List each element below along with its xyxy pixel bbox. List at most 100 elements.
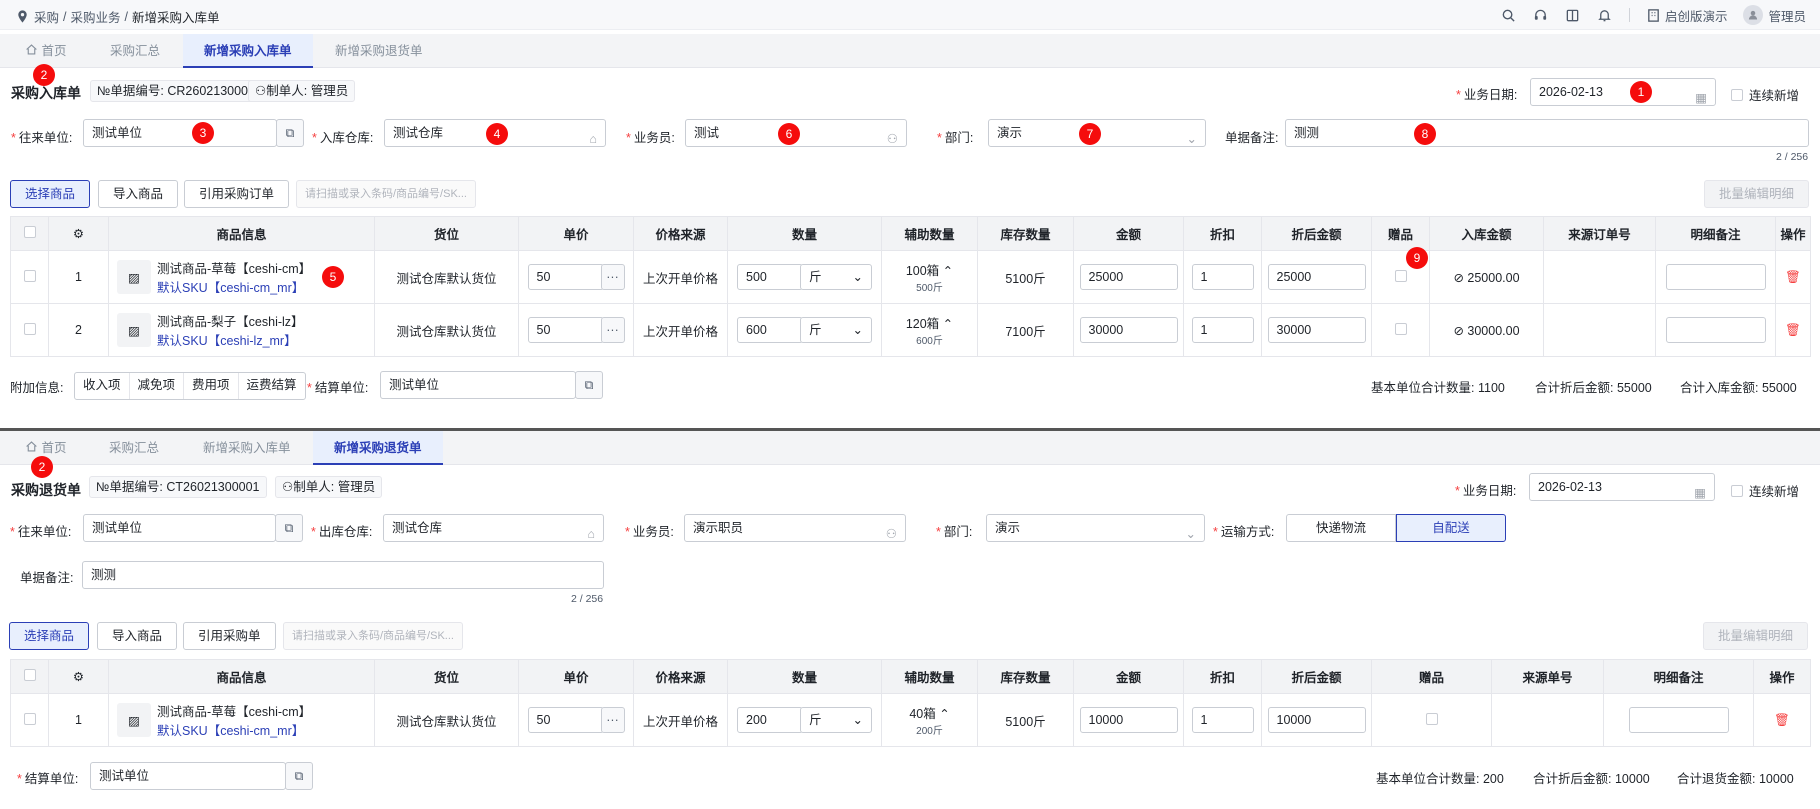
income-item-button[interactable]: 收入项 (75, 373, 130, 399)
gear-icon[interactable]: ⚙ (73, 227, 84, 241)
tab-purchase-summary[interactable]: 采购汇总 (89, 34, 181, 68)
shipping-self-delivery-option[interactable]: 自配送 (1396, 514, 1506, 542)
more-icon[interactable]: ··· (600, 264, 625, 290)
product-sku[interactable]: 默认SKU【ceshi-cm_mr】 (157, 277, 311, 296)
select-all-cell[interactable] (10, 659, 49, 694)
warehouse-field[interactable]: 测试仓库 ⌂ (383, 514, 604, 542)
after-discount-input[interactable]: 30000 (1267, 317, 1366, 343)
settle-picker-button[interactable]: ⧉ (285, 762, 313, 790)
product-sku[interactable]: 默认SKU【ceshi-cm_mr】 (157, 720, 311, 739)
business-date-picker[interactable]: 2026-02-13 ▦ (1529, 473, 1715, 501)
gear-icon[interactable]: ⚙ (73, 670, 84, 684)
headset-icon[interactable] (1533, 7, 1549, 23)
select-all-cell[interactable] (10, 216, 49, 251)
qty-input[interactable]: 600 (737, 317, 803, 343)
trash-icon[interactable]: 🗑 (1785, 270, 1801, 284)
column-settings-cell[interactable]: ⚙ (48, 659, 109, 694)
barcode-scan-input[interactable]: 请扫描或录入条码/商品编号/SK... (296, 180, 476, 208)
settle-picker-button[interactable]: ⧉ (575, 371, 603, 399)
line-remark-input[interactable] (1665, 317, 1766, 343)
import-product-button[interactable]: 导入商品 (98, 180, 179, 208)
unit-select[interactable]: 斤 ⌄ (800, 707, 872, 733)
gift-checkbox[interactable] (1394, 322, 1407, 335)
price-input[interactable]: 50 (527, 317, 604, 343)
reference-po-button[interactable]: 引用采购单 (183, 622, 276, 650)
batch-edit-button[interactable]: 批量编辑明细 (1704, 180, 1810, 208)
qty-input[interactable]: 200 (737, 707, 803, 733)
discount-input[interactable]: 1 (1191, 264, 1254, 290)
row-checkbox[interactable] (23, 269, 36, 282)
column-settings-cell[interactable]: ⚙ (48, 216, 109, 251)
tab-home[interactable]: 首页 (4, 34, 88, 68)
select-product-button[interactable]: 选择商品 (10, 180, 91, 208)
amount-input[interactable]: 25000 (1079, 264, 1178, 290)
after-discount-input[interactable]: 25000 (1267, 264, 1366, 290)
tenant-switch[interactable]: 启创版演示 (1646, 6, 1727, 25)
partner-field[interactable]: 测试单位 (83, 119, 277, 147)
deduction-item-button[interactable]: 减免项 (130, 373, 185, 399)
after-discount-input[interactable]: 10000 (1267, 707, 1366, 733)
gift-checkbox[interactable] (1394, 269, 1407, 282)
search-icon[interactable] (1501, 7, 1517, 23)
select-all-checkbox[interactable] (23, 669, 36, 681)
line-remark-input[interactable] (1628, 707, 1729, 733)
select-all-checkbox[interactable] (23, 226, 36, 238)
row-select[interactable] (10, 250, 49, 304)
row-select[interactable] (10, 693, 49, 747)
amount-input[interactable]: 10000 (1079, 707, 1178, 733)
settle-field[interactable]: 测试单位 (90, 762, 286, 790)
partner-field[interactable]: 测试单位 (83, 514, 276, 542)
chevron-up-icon[interactable]: ⌃ (939, 707, 949, 721)
discount-input[interactable]: 1 (1191, 707, 1254, 733)
checkbox[interactable] (1731, 484, 1743, 497)
tab-new-return[interactable]: 新增采购退货单 (314, 34, 444, 68)
remark-field[interactable]: 测测 (1285, 119, 1809, 147)
chevron-up-icon[interactable]: ⌃ (943, 264, 953, 278)
more-icon[interactable]: ··· (600, 707, 625, 733)
business-date-picker[interactable]: 2026-02-13 ▦ (1530, 78, 1716, 106)
breadcrumb-item-1[interactable]: 采购 (34, 7, 59, 26)
checkbox[interactable] (1731, 88, 1743, 101)
tab-new-return[interactable]: 新增采购退货单 (313, 431, 443, 465)
user-menu[interactable]: 管理员 (1743, 5, 1806, 25)
eye-off-icon[interactable]: ⊘ (1453, 271, 1463, 285)
tab-new-inbound[interactable]: 新增采购入库单 (183, 34, 313, 68)
expense-item-button[interactable]: 费用项 (184, 373, 239, 399)
reference-po-button[interactable]: 引用采购订单 (184, 180, 290, 208)
continuous-add-checkbox[interactable]: 连续新增 (1731, 85, 1799, 104)
line-remark-input[interactable] (1665, 264, 1766, 290)
more-icon[interactable]: ··· (600, 317, 625, 343)
salesman-field[interactable]: 演示职员 ⚇ (684, 514, 906, 542)
bell-icon[interactable] (1597, 7, 1613, 23)
row-checkbox[interactable] (23, 322, 36, 335)
row-select[interactable] (10, 303, 49, 357)
price-input[interactable]: 50 (527, 707, 604, 733)
settle-field[interactable]: 测试单位 (380, 371, 576, 399)
chevron-up-icon[interactable]: ⌃ (943, 317, 953, 331)
price-input[interactable]: 50 (527, 264, 604, 290)
freight-settle-button[interactable]: 运费结算 (239, 373, 305, 399)
qty-input[interactable]: 500 (737, 264, 803, 290)
product-sku[interactable]: 默认SKU【ceshi-lz_mr】 (157, 330, 304, 349)
dept-select[interactable]: 演示 ⌄ (986, 514, 1205, 542)
shipping-express-option[interactable]: 快递物流 (1286, 514, 1396, 542)
eye-off-icon[interactable]: ⊘ (1453, 324, 1463, 338)
remark-field[interactable]: 测测 (82, 561, 604, 589)
trash-icon[interactable]: 🗑 (1785, 323, 1801, 337)
select-product-button[interactable]: 选择商品 (9, 622, 90, 650)
breadcrumb-item-2[interactable]: 采购业务 (71, 7, 121, 26)
amount-input[interactable]: 30000 (1079, 317, 1178, 343)
book-icon[interactable] (1565, 7, 1581, 23)
unit-select[interactable]: 斤 ⌄ (800, 264, 872, 290)
discount-input[interactable]: 1 (1191, 317, 1254, 343)
tab-purchase-summary[interactable]: 采购汇总 (88, 431, 180, 465)
partner-picker-button[interactable]: ⧉ (275, 514, 303, 542)
import-product-button[interactable]: 导入商品 (97, 622, 178, 650)
trash-icon[interactable]: 🗑 (1774, 713, 1790, 727)
tab-new-inbound[interactable]: 新增采购入库单 (182, 431, 312, 465)
continuous-add-checkbox[interactable]: 连续新增 (1731, 481, 1799, 500)
unit-select[interactable]: 斤 ⌄ (800, 317, 872, 343)
batch-edit-button[interactable]: 批量编辑明细 (1703, 622, 1809, 650)
gift-checkbox[interactable] (1425, 712, 1438, 725)
partner-picker-button[interactable]: ⧉ (276, 119, 304, 147)
